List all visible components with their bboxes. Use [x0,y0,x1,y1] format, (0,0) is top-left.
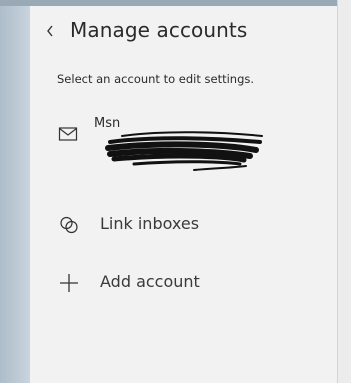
link-inboxes-button[interactable]: Link inboxes [52,207,302,243]
background-pane-edge [0,6,30,383]
instructions-text: Select an account to edit settings. [57,72,255,86]
page-title: Manage accounts [70,18,248,42]
add-account-label: Add account [100,272,200,291]
plus-icon [60,274,78,292]
add-account-button[interactable]: Add account [52,265,302,301]
redacted-email-scribble [105,131,263,171]
window-right-edge [337,0,351,383]
chevron-left-icon [47,25,53,37]
account-item-msn[interactable]: Msn [50,114,320,176]
back-button[interactable] [40,20,60,42]
manage-accounts-panel: Manage accounts Select an account to edi… [30,6,337,383]
link-inboxes-icon [60,216,78,234]
link-inboxes-label: Link inboxes [100,214,200,233]
